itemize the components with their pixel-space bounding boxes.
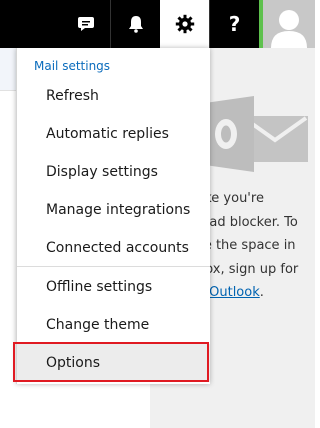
user-avatar-icon [271, 10, 307, 48]
help-icon: ? [228, 12, 241, 36]
chat-bubble-icon [77, 17, 94, 31]
menu-item-display-settings[interactable]: Display settings [17, 153, 210, 191]
notifications-button[interactable] [111, 0, 160, 48]
help-button[interactable]: ? [210, 0, 259, 48]
bell-icon [128, 16, 143, 33]
menu-item-label: Automatic replies [46, 126, 169, 142]
menu-item-label: Display settings [46, 164, 158, 180]
outlook-logo-icon [198, 96, 308, 172]
ad-text-period: . [259, 285, 264, 300]
gear-icon [175, 14, 194, 34]
menu-item-manage-integrations[interactable]: Manage integrations [17, 191, 210, 229]
chat-button[interactable] [61, 0, 110, 48]
ad-text-line: ze the space in [197, 238, 296, 253]
menu-item-change-theme[interactable]: Change theme [17, 306, 210, 344]
ad-text-line: like you're [197, 191, 264, 206]
menu-item-label: Connected accounts [46, 240, 189, 256]
mail-settings-link[interactable]: Mail settings [34, 59, 110, 73]
menu-item-label: Manage integrations [46, 202, 191, 218]
menu-item-offline-settings[interactable]: Offline settings [17, 268, 210, 306]
menu-item-automatic-replies[interactable]: Automatic replies [17, 115, 210, 153]
top-navigation-bar: ? [0, 0, 315, 48]
ad-text-line: box, sign up for [197, 261, 299, 277]
menu-item-connected-accounts[interactable]: Connected accounts [17, 229, 210, 267]
account-avatar[interactable] [263, 0, 315, 48]
menu-divider [17, 266, 210, 267]
menu-item-label: Options [46, 355, 101, 371]
menu-item-label: Refresh [46, 88, 99, 104]
menu-item-label: Change theme [46, 317, 150, 333]
menu-item-label: Offline settings [46, 279, 153, 295]
menu-item-refresh[interactable]: Refresh [17, 77, 210, 115]
ad-blocker-message: like you're n ad blocker. To ze the spac… [197, 187, 315, 305]
settings-button[interactable] [160, 0, 209, 48]
menu-item-options[interactable]: Options [17, 344, 210, 382]
ad-text-line: e Outlook. [197, 281, 315, 305]
ad-text-line: n ad blocker. To [197, 214, 298, 230]
settings-menu: Mail settings Refresh Automatic replies … [16, 48, 210, 384]
